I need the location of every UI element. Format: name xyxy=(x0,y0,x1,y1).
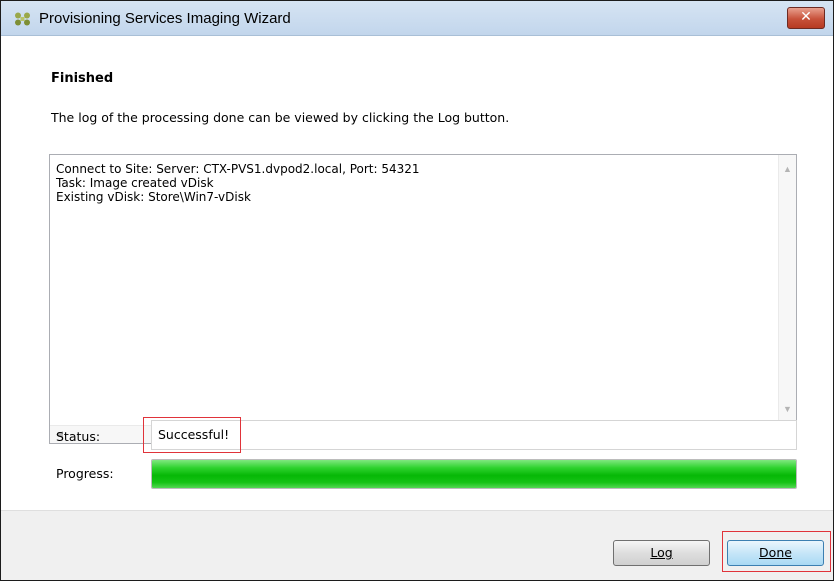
vertical-scrollbar[interactable]: ▲ ▼ xyxy=(778,155,796,425)
title-bar: Provisioning Services Imaging Wizard ✕ xyxy=(1,1,833,36)
progress-bar xyxy=(151,459,797,489)
status-highlight-box xyxy=(143,417,241,453)
footer-divider xyxy=(1,510,833,511)
status-label: Status: xyxy=(56,429,101,444)
close-button[interactable]: ✕ xyxy=(787,7,825,29)
log-line: Existing vDisk: Store\Win7-vDisk xyxy=(56,190,251,204)
close-icon: ✕ xyxy=(800,9,812,25)
scroll-down-icon[interactable]: ▼ xyxy=(783,405,792,414)
log-line: Connect to Site: Server: CTX-PVS1.dvpod2… xyxy=(56,162,420,176)
log-text: Connect to Site: Server: CTX-PVS1.dvpod2… xyxy=(56,162,420,204)
status-field: Successful! xyxy=(151,420,797,450)
progress-bar-fill xyxy=(152,460,796,488)
window-title: Provisioning Services Imaging Wizard xyxy=(39,10,291,27)
done-highlight-box xyxy=(722,531,831,572)
progress-label: Progress: xyxy=(56,466,114,481)
wizard-content: Finished The log of the processing done … xyxy=(1,36,833,510)
wizard-window: Provisioning Services Imaging Wizard ✕ F… xyxy=(0,0,834,581)
scroll-up-icon[interactable]: ▲ xyxy=(783,165,792,174)
log-button[interactable]: Log xyxy=(613,540,710,566)
page-description: The log of the processing done can be vi… xyxy=(51,110,510,125)
page-heading: Finished xyxy=(51,71,114,86)
log-textbox[interactable]: Connect to Site: Server: CTX-PVS1.dvpod2… xyxy=(49,154,797,444)
log-line: Task: Image created vDisk xyxy=(56,176,214,190)
app-icon xyxy=(15,12,30,26)
